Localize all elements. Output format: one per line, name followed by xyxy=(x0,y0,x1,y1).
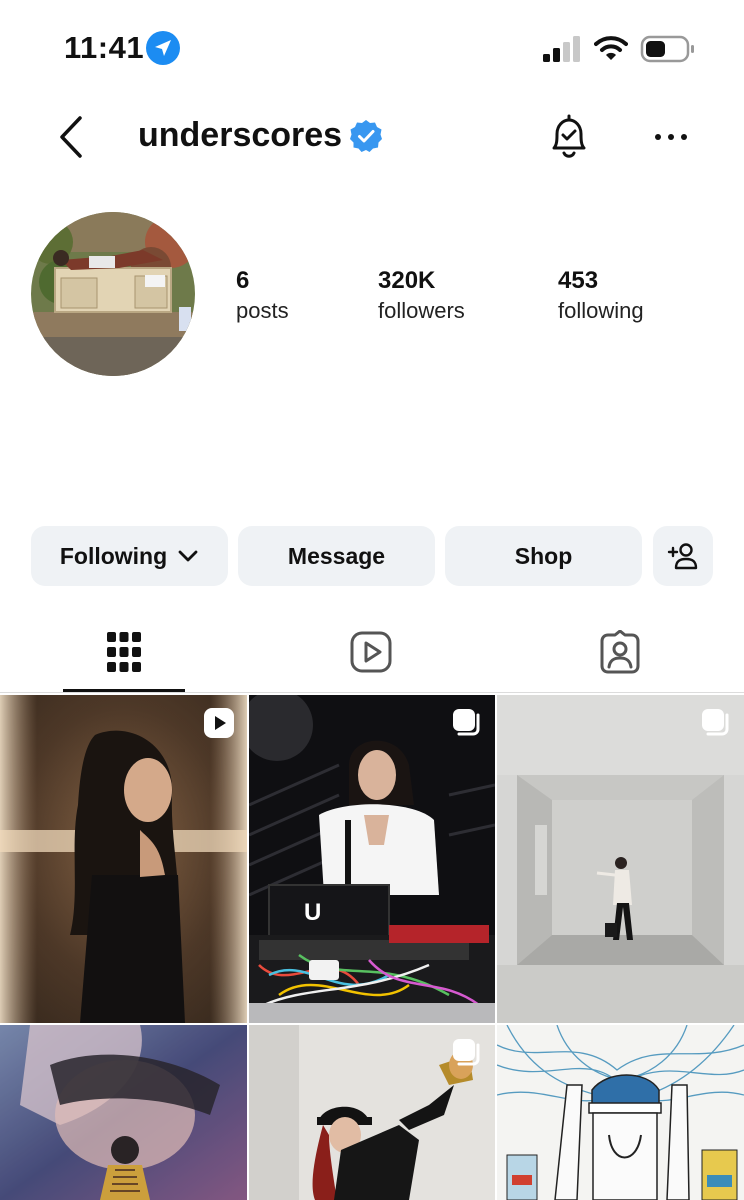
status-time: 11:41 xyxy=(64,30,145,65)
post-image xyxy=(0,1025,247,1200)
stat-label: following xyxy=(558,298,644,323)
tagged-icon xyxy=(600,630,640,674)
tab-divider xyxy=(0,692,744,693)
profile-avatar[interactable] xyxy=(31,212,195,376)
grid-post-3[interactable] xyxy=(497,695,744,1023)
add-person-icon xyxy=(667,543,698,570)
stat-label: posts xyxy=(236,298,289,323)
reel-icon xyxy=(204,708,234,738)
post-image xyxy=(497,695,744,1023)
carousel-icon xyxy=(702,709,729,736)
grid-post-2[interactable]: U xyxy=(249,695,495,1023)
profile-username: underscores xyxy=(138,116,343,154)
stat-followers[interactable]: 320K followers xyxy=(378,266,465,326)
reels-icon xyxy=(350,631,392,673)
carousel-icon xyxy=(453,709,480,736)
post-image: U xyxy=(249,695,495,1023)
grid-post-1[interactable] xyxy=(0,695,247,1023)
shop-button[interactable]: Shop xyxy=(445,526,642,586)
wifi-icon xyxy=(594,36,628,60)
message-button[interactable]: Message xyxy=(238,526,435,586)
suggested-people-button[interactable] xyxy=(653,526,713,586)
chevron-down-icon xyxy=(178,550,198,562)
grid-post-6[interactable] xyxy=(497,1025,744,1200)
svg-text:U: U xyxy=(304,899,321,926)
grid-post-5[interactable] xyxy=(249,1025,495,1200)
more-icon[interactable] xyxy=(650,122,692,152)
tab-tagged[interactable] xyxy=(559,612,681,692)
following-button-label: Following xyxy=(59,542,168,569)
stat-following[interactable]: 453 following xyxy=(558,266,644,326)
grid-post-4[interactable] xyxy=(0,1025,247,1200)
stat-value: 6 xyxy=(236,267,250,294)
verified-icon xyxy=(350,120,382,152)
stat-posts[interactable]: 6 posts xyxy=(236,266,289,326)
battery-icon xyxy=(640,35,694,63)
following-button[interactable]: Following xyxy=(31,526,228,586)
tab-reels[interactable] xyxy=(310,612,432,692)
carousel-icon xyxy=(453,1039,480,1066)
stat-label: followers xyxy=(378,298,465,323)
stat-value: 453 xyxy=(558,267,599,294)
tab-posts-grid[interactable] xyxy=(63,612,185,692)
post-image xyxy=(0,695,247,1023)
status-bar: 11:41 xyxy=(0,0,744,100)
grid-icon xyxy=(107,632,141,672)
message-button-label: Message xyxy=(287,542,386,569)
signal-icon xyxy=(543,36,580,62)
back-icon[interactable] xyxy=(52,112,92,162)
location-arrow-icon xyxy=(146,31,180,65)
shop-button-label: Shop xyxy=(514,542,573,569)
stat-value: 320K xyxy=(378,267,436,294)
bell-check-icon[interactable] xyxy=(546,112,592,162)
post-image xyxy=(497,1025,744,1200)
